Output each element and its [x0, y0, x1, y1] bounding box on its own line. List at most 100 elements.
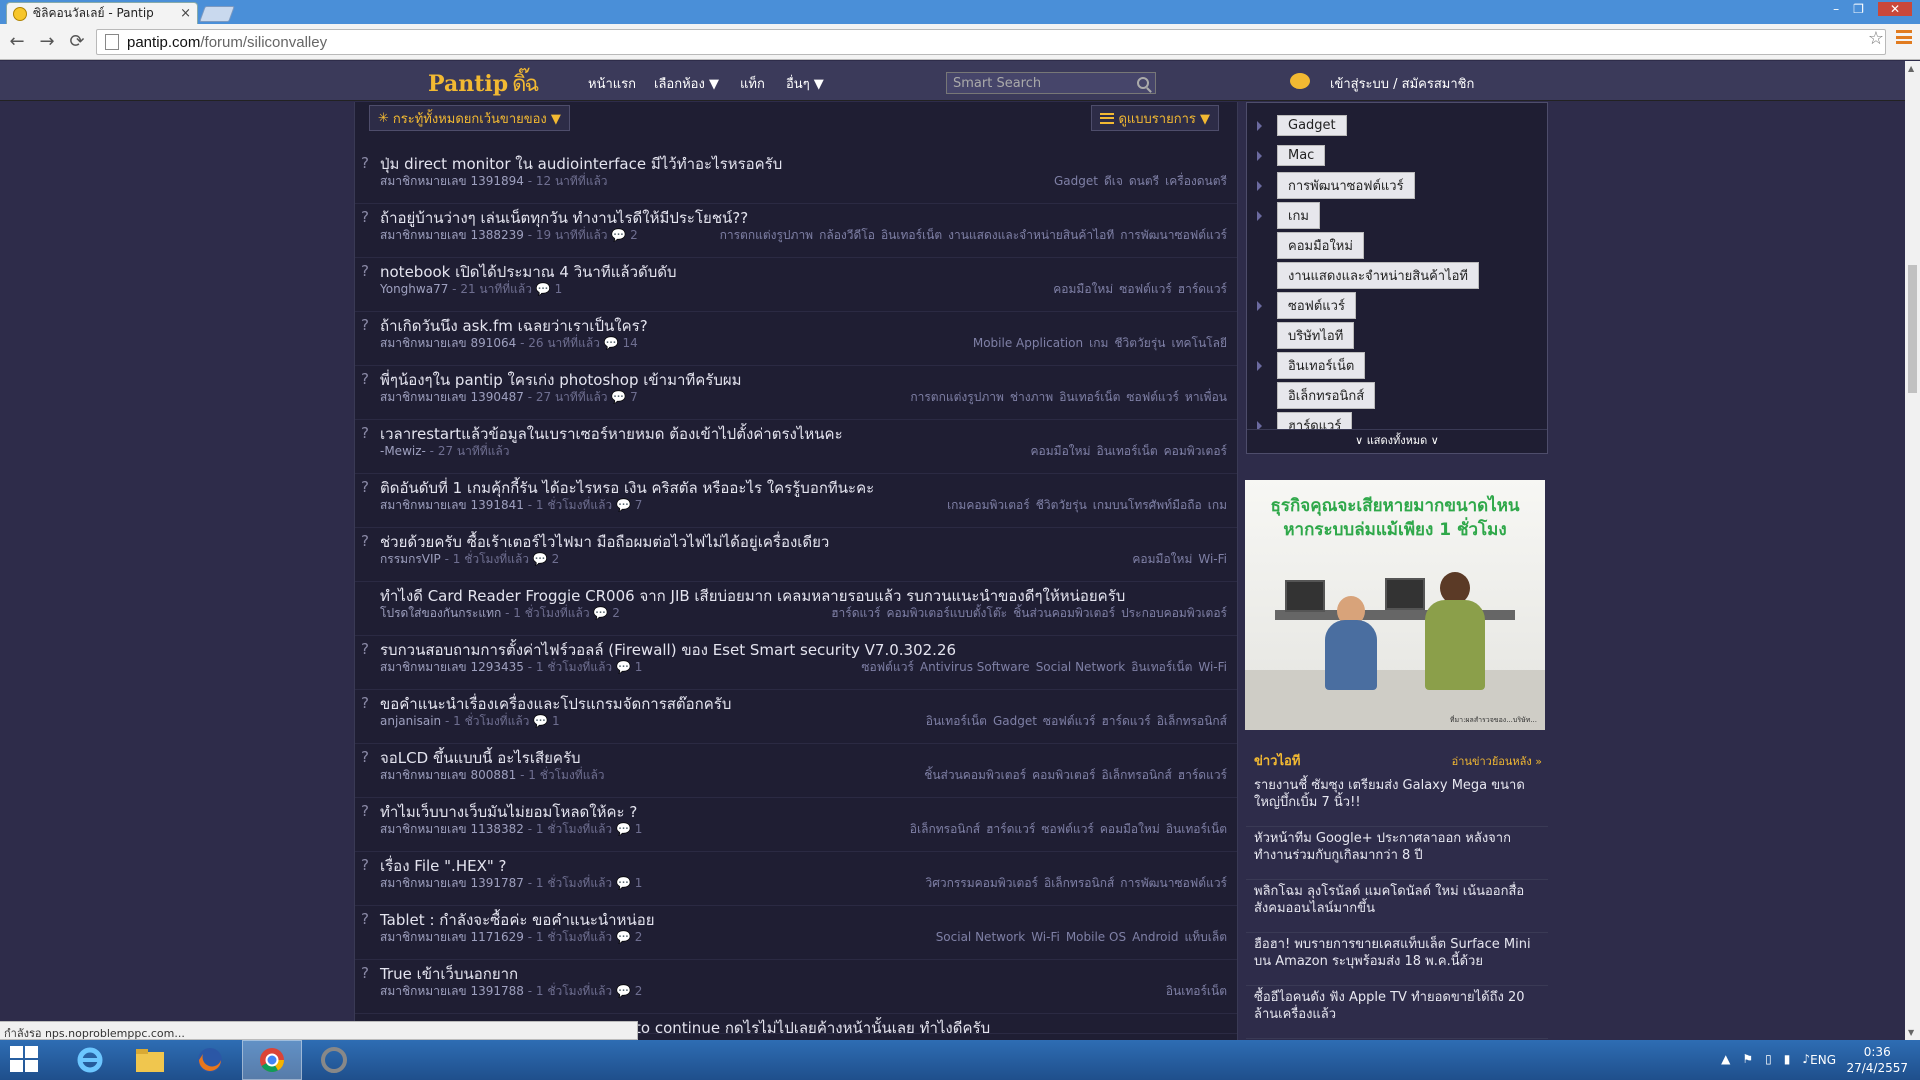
topic-tag-link[interactable]: Social Network [1036, 660, 1126, 674]
topic-row[interactable]: ? ติดอันดับที่ 1 เกมคุ้กกี้รัน ได้อะไรหรอ… [355, 474, 1237, 528]
scroll-down-icon[interactable]: ▼ [1908, 1028, 1914, 1037]
category-item[interactable]: Gadget [1257, 113, 1347, 137]
back-button[interactable]: ← [4, 29, 30, 55]
topic-tag-link[interactable]: การตกแต่งรูปภาพ [910, 390, 1004, 404]
topic-tag-link[interactable]: Social Network [936, 930, 1026, 944]
topic-author[interactable]: สมาชิกหมายเลข 1391841 [380, 498, 524, 512]
category-chip[interactable]: อินเทอร์เน็ต [1277, 351, 1366, 379]
topic-tag-link[interactable]: อิเล็กทรอนิกส์ [1044, 876, 1114, 890]
maximize-button[interactable]: ❐ [1853, 2, 1864, 16]
close-window-button[interactable]: ✕ [1877, 2, 1912, 16]
topic-tag-link[interactable]: ดีเจ [1104, 174, 1123, 188]
topic-row[interactable]: ? เรื่อง File ".HEX" ? สมาชิกหมายเลข 13917… [355, 852, 1237, 906]
topic-author[interactable]: สมาชิกหมายเลข 1388239 [380, 228, 524, 242]
minimize-button[interactable]: – [1833, 2, 1839, 16]
category-chip[interactable]: บริษัทไอที [1277, 321, 1355, 349]
category-chip[interactable]: Gadget [1277, 114, 1347, 136]
topic-tag-link[interactable]: อินเทอร์เน็ต [926, 714, 987, 728]
topic-tag-link[interactable]: ซอฟต์แวร์ [1126, 390, 1179, 404]
expand-arrow-icon[interactable] [1257, 301, 1267, 311]
topic-tag-link[interactable]: อินเทอร์เน็ต [1096, 444, 1157, 458]
topic-row[interactable]: ? ทำไมเว็บบางเว็บมันไม่ยอมโหลดให้คะ ? สมาช… [355, 798, 1237, 852]
topic-tag-link[interactable]: กล้องวีดีโอ [819, 228, 875, 242]
category-chip[interactable]: Mac [1277, 144, 1326, 166]
topic-row[interactable]: ? ปุ่ม direct monitor ใน audiointerface ม… [355, 150, 1237, 204]
topic-author[interactable]: สมาชิกหมายเลข 800881 [380, 768, 516, 782]
topic-tag-link[interactable]: เครื่องดนตรี [1165, 174, 1227, 188]
category-chip[interactable]: การพัฒนาซอฟต์แวร์ [1277, 171, 1415, 199]
chat-bubble-icon[interactable] [1290, 73, 1310, 89]
category-chip[interactable]: เกม [1277, 201, 1320, 229]
topic-author[interactable]: สมาชิกหมายเลข 891064 [380, 336, 516, 350]
volume-icon[interactable]: ♪ [1802, 1052, 1810, 1066]
topic-tag-link[interactable]: ฮาร์ดแวร์ [1101, 714, 1150, 728]
pantip-logo[interactable]: Pantip ดิ๊ฉ [428, 66, 539, 101]
system-clock[interactable]: 0:36 27/4/2557 [1846, 1044, 1908, 1076]
topic-tag-link[interactable]: Mobile Application [973, 336, 1083, 350]
topic-author[interactable]: anjanisain [380, 714, 441, 728]
topic-tag-link[interactable]: อินเทอร์เน็ต [1131, 660, 1192, 674]
topic-author[interactable]: สมาชิกหมายเลข 1391894 [380, 174, 524, 188]
topic-author[interactable]: สมาชิกหมายเลข 1138382 [380, 822, 524, 836]
topic-tag-link[interactable]: อินเทอร์เน็ต [1166, 822, 1227, 836]
topic-tag-link[interactable]: การตกแต่งรูปภาพ [720, 228, 814, 242]
topic-tag-link[interactable]: คอมมือใหม่ [1100, 822, 1160, 836]
topic-row[interactable]: ? รบกวนสอบถามการตั้งค่าไฟร์วอลล์ (Firewal… [355, 636, 1237, 690]
topic-tag-link[interactable]: Gadget [993, 714, 1037, 728]
topic-tag-link[interactable]: คอมมือใหม่ [1132, 552, 1192, 566]
topic-tag-link[interactable]: ดนตรี [1129, 174, 1159, 188]
expand-arrow-icon[interactable] [1257, 361, 1267, 371]
category-chip[interactable]: ซอฟต์แวร์ [1277, 291, 1356, 319]
category-item[interactable]: งานแสดงและจำหน่ายสินค้าไอที [1277, 261, 1479, 289]
topic-tag-link[interactable]: ช่างภาพ [1010, 390, 1053, 404]
topic-row[interactable]: ? ถ้าอยู่บ้านว่างๆ เล่นเน็ตทุกวัน ทำงานไร… [355, 204, 1237, 258]
topic-row[interactable]: ทำไงดี Card Reader Froggie CR006 จาก JIB… [355, 582, 1237, 636]
topic-tag-link[interactable]: คอมพิวเตอร์แบบตั้งโต๊ะ [886, 606, 1007, 620]
topic-tag-link[interactable]: คอมพิวเตอร์ [1164, 444, 1227, 458]
address-bar[interactable]: pantip.com/forum/siliconvalley [96, 29, 1886, 55]
file-explorer-icon[interactable] [120, 1040, 180, 1080]
topic-tag-link[interactable]: เกมบนโทรศัพท์มือถือ [1093, 498, 1202, 512]
browser-tab[interactable]: ซิลิคอนวัลเลย์ - Pantip × [6, 2, 198, 24]
topic-tag-link[interactable]: หาเพื่อน [1185, 390, 1227, 404]
topic-tag-link[interactable]: Gadget [1054, 174, 1098, 188]
topic-tag-link[interactable]: ฮาร์ดแวร์ [1178, 282, 1227, 296]
topic-title[interactable]: to continue กดไรไม่ไปเลยค้างหน้านั้นเลย … [635, 1016, 990, 1040]
topic-tag-link[interactable]: ชิ้นส่วนคอมพิวเตอร์ [1013, 606, 1115, 620]
topic-tag-link[interactable]: Mobile OS [1066, 930, 1126, 944]
category-item[interactable]: เกม [1257, 201, 1320, 229]
reload-button[interactable]: ⟳ [64, 29, 90, 55]
category-item[interactable]: ซอฟต์แวร์ [1257, 291, 1356, 319]
input-language[interactable]: ENG [1810, 1053, 1836, 1067]
category-item[interactable]: การพัฒนาซอฟต์แวร์ [1257, 171, 1415, 199]
new-tab-button[interactable] [199, 6, 235, 22]
internet-explorer-icon[interactable] [60, 1040, 120, 1080]
windows-start-button[interactable] [10, 1046, 40, 1074]
topic-tag-link[interactable]: Android [1132, 930, 1178, 944]
topic-row[interactable]: ? พี่ๆน้องๆใน pantip ใครเก่ง photoshop เข… [355, 366, 1237, 420]
topic-tag-link[interactable]: ประกอบคอมพิวเตอร์ [1121, 606, 1227, 620]
nav-home[interactable]: หน้าแรก [588, 73, 636, 94]
nav-more[interactable]: อื่นๆ ▼ [786, 73, 824, 94]
scroll-up-icon[interactable]: ▲ [1908, 64, 1914, 73]
bookmark-star-icon[interactable]: ☆ [1868, 28, 1884, 49]
topic-row[interactable]: ? True เข้าเว็บนอกยาก สมาชิกหมายเลข 139178… [355, 960, 1237, 1014]
topic-tag-link[interactable]: Wi-Fi [1198, 552, 1227, 566]
expand-arrow-icon[interactable] [1257, 211, 1267, 221]
topic-row[interactable]: ? ช่วยด้วยครับ ซื้อเร้าเตอร์ไวไฟมา มือถือ… [355, 528, 1237, 582]
news-archive-link[interactable]: อ่านข่าวย้อนหลัง » [1452, 752, 1542, 770]
category-item[interactable]: คอมมือใหม่ [1277, 231, 1364, 259]
topic-author[interactable]: Yonghwa77 [380, 282, 448, 296]
topic-author[interactable]: สมาชิกหมายเลข 1391788 [380, 984, 524, 998]
topic-tag-link[interactable]: ฮาร์ดแวร์ [1178, 768, 1227, 782]
category-item[interactable]: อินเทอร์เน็ต [1257, 351, 1366, 379]
flag-icon[interactable]: ⚑ [1742, 1052, 1753, 1066]
topic-filter-dropdown[interactable]: ✳ กระทู้ทั้งหมดยกเว้นขายของ ▼ [369, 105, 570, 131]
expand-arrow-icon[interactable] [1257, 181, 1267, 191]
topic-tag-link[interactable]: อินเทอร์เน็ต [1059, 390, 1120, 404]
topic-row[interactable]: ? เวลาrestartแล้วข้อมูลในเบราเซอร์หายหมด … [355, 420, 1237, 474]
topic-tag-link[interactable]: ฮาร์ดแวร์ [831, 606, 880, 620]
topic-tag-link[interactable]: ซอฟต์แวร์ [1119, 282, 1172, 296]
topic-tag-link[interactable]: วิศวกรรมคอมพิวเตอร์ [926, 876, 1039, 890]
topic-tag-link[interactable]: ซอฟต์แวร์ [1043, 714, 1096, 728]
